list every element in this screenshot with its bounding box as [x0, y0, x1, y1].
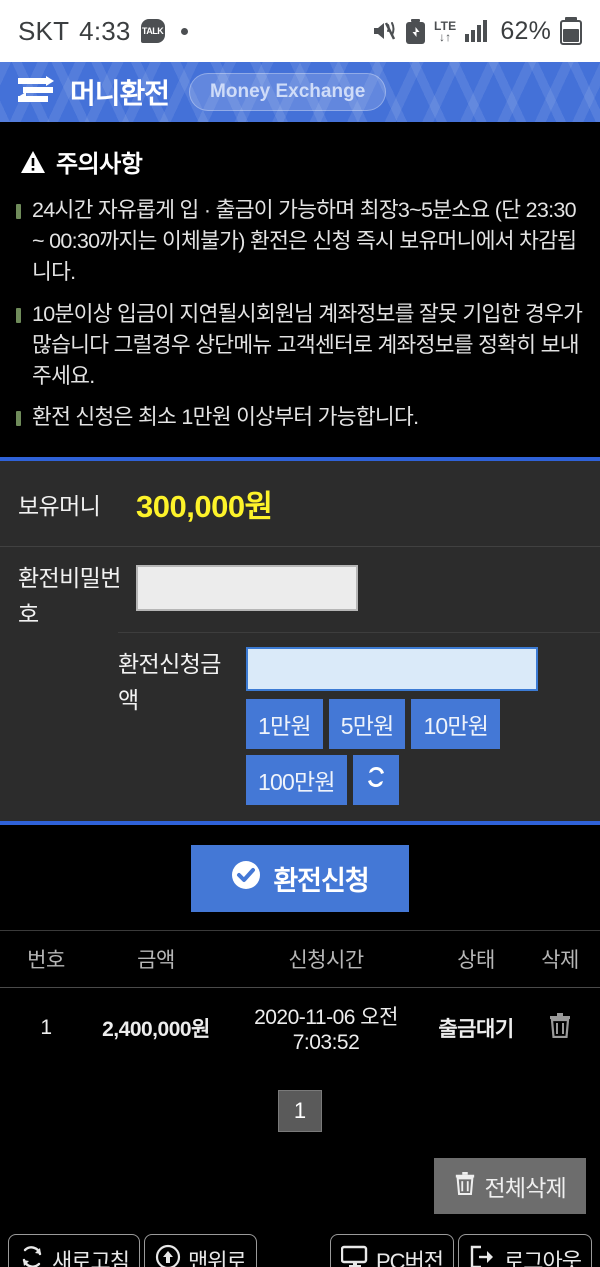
notice-section: 주의사항 24시간 자유롭게 입 · 출금이 가능하며 최장3~5분소요 (단 …: [0, 122, 600, 458]
password-label: 환전비밀번호: [18, 565, 121, 627]
row-delete-button[interactable]: [548, 1012, 572, 1041]
bullet-icon: [16, 204, 21, 219]
status-bar: SKT 4:33 TALK LTE ↓↑ 62%: [0, 0, 600, 62]
row-time: 2020-11-06 오전 7:03:52: [254, 1006, 398, 1055]
bullet-icon: [16, 307, 21, 323]
notice-item-text: 24시간 자유롭게 입 · 출금이 가능하며 최장3~5분소요 (단 23:30…: [32, 198, 577, 285]
notice-item-text: 환전 신청은 최소 1만원 이상부터 가능합니다.: [32, 405, 419, 430]
exchange-amount-input[interactable]: [246, 647, 538, 692]
kakaotalk-icon: TALK: [140, 19, 165, 43]
exchange-submit-label: 환전신청: [273, 866, 369, 897]
refresh-button[interactable]: 새로고침: [8, 1234, 140, 1267]
balance-value: 300,000원: [136, 489, 273, 525]
monitor-icon: [340, 1245, 369, 1267]
notice-title: 주의사항: [56, 151, 143, 178]
amount-input-row: 환전신청금액 1만원 5만원 10만원 100만원: [118, 647, 582, 806]
bullet-icon: [16, 411, 21, 427]
status-bar-left: SKT 4:33 TALK: [18, 16, 188, 47]
battery-percent-label: 62%: [500, 16, 551, 45]
amount-controls: 1만원 5만원 10만원 100만원: [246, 647, 542, 806]
balance-label: 보유머니: [18, 492, 101, 519]
phone-screen: SKT 4:33 TALK LTE ↓↑ 62% 머니환전 Money Exch…: [0, 0, 600, 1267]
balance-row: 보유머니 300,000원: [0, 461, 600, 548]
notice-item: 환전 신청은 최소 1만원 이상부터 가능합니다.: [16, 402, 584, 433]
mute-icon: [371, 19, 397, 43]
notification-dot-icon: [180, 27, 188, 35]
logout-button[interactable]: 로그아웃: [458, 1234, 592, 1267]
row-delete-cell: [530, 1012, 590, 1044]
quick-amount-10000-button[interactable]: 1만원: [246, 699, 323, 750]
scroll-top-button[interactable]: 맨위로: [143, 1234, 257, 1267]
table-header-row: 번호 금액 신청시간 상태 삭제: [0, 931, 600, 989]
trash-icon: [548, 1013, 572, 1041]
clock-label: 4:33: [79, 15, 131, 46]
table-row: 1 2,400,000원 2020-11-06 오전 7:03:52 출금대기: [0, 988, 600, 1068]
status-bar-right: LTE ↓↑ 62%: [371, 17, 582, 46]
scroll-top-label: 맨위로: [187, 1249, 247, 1267]
quick-amount-50000-button[interactable]: 5만원: [328, 699, 406, 750]
notice-header: 주의사항: [20, 144, 584, 179]
lte-icon: LTE ↓↑: [433, 18, 457, 44]
row-amount: 2,400,000원: [102, 1018, 210, 1042]
refresh-circle-icon: [19, 1244, 45, 1267]
arrow-up-circle-icon: [155, 1244, 181, 1267]
carrier-label: SKT: [18, 15, 70, 46]
money-exchange-logo-icon: [16, 75, 56, 109]
quick-amount-group: 1만원 5만원 10만원 100만원: [246, 699, 542, 806]
password-row: 환전비밀번호: [0, 547, 600, 632]
trash-icon: [454, 1171, 476, 1201]
warning-triangle-icon: [20, 150, 46, 174]
row-status: 출금대기: [438, 1018, 514, 1042]
signal-icon: [465, 20, 489, 42]
quick-amount-1000000-button[interactable]: 100만원: [246, 755, 347, 806]
column-header-status: 상태: [457, 949, 495, 973]
check-circle-icon: [231, 860, 261, 897]
column-header-no: 번호: [27, 949, 65, 973]
column-header-delete: 삭제: [541, 949, 579, 973]
refresh-icon: [364, 765, 388, 795]
brand-title-en: Money Exchange: [189, 73, 387, 111]
bottom-toolbar: 새로고침 맨위로 PC버전 로그아웃: [0, 1230, 600, 1267]
quick-amount-100000-button[interactable]: 10만원: [411, 699, 501, 750]
submit-section: 환전신청: [0, 825, 600, 931]
page-1-button[interactable]: 1: [277, 1090, 323, 1133]
notice-item-text: 10분이상 입금이 지연될시회원님 계좌정보를 잘못 기입한 경우가 많습니다 …: [32, 301, 583, 388]
exchange-submit-button[interactable]: 환전신청: [191, 845, 409, 913]
amount-label: 환전신청금액: [118, 651, 221, 714]
amount-section: 환전신청금액 1만원 5만원 10만원 100만원: [118, 632, 600, 821]
logout-icon: [469, 1245, 497, 1267]
battery-icon: [560, 17, 582, 45]
pc-version-button[interactable]: PC버전: [329, 1234, 455, 1267]
pagination: 1: [0, 1068, 600, 1139]
notice-item: 10분이상 입금이 지연될시회원님 계좌정보를 잘못 기입한 경우가 많습니다 …: [16, 299, 584, 393]
battery-saver-icon: [405, 18, 425, 44]
delete-all-section: 전체삭제: [0, 1138, 600, 1231]
toolbar-right-group: PC버전 로그아웃: [329, 1234, 592, 1267]
pc-version-label: PC버전: [375, 1249, 444, 1267]
exchange-password-input[interactable]: [136, 565, 358, 612]
exchange-form-panel: 보유머니 300,000원 환전비밀번호 환전신청금액 1만원 5만원 10만원…: [0, 457, 600, 826]
row-no: 1: [40, 1016, 52, 1040]
refresh-label: 새로고침: [52, 1249, 130, 1267]
column-header-amount: 금액: [137, 949, 175, 973]
toolbar-left-group: 새로고침 맨위로: [8, 1234, 257, 1267]
amount-reset-button[interactable]: [352, 755, 399, 806]
brand-title-kr: 머니환전: [70, 78, 170, 109]
history-table: 번호 금액 신청시간 상태 삭제 1 2,400,000원 2020-11-06…: [0, 930, 600, 1069]
logout-label: 로그아웃: [504, 1249, 582, 1267]
app-banner: 머니환전 Money Exchange: [0, 62, 600, 122]
delete-all-label: 전체삭제: [484, 1175, 567, 1202]
notice-item: 24시간 자유롭게 입 · 출금이 가능하며 최장3~5분소요 (단 23:30…: [16, 195, 584, 289]
column-header-time: 신청시간: [288, 949, 364, 973]
delete-all-button[interactable]: 전체삭제: [433, 1158, 586, 1215]
